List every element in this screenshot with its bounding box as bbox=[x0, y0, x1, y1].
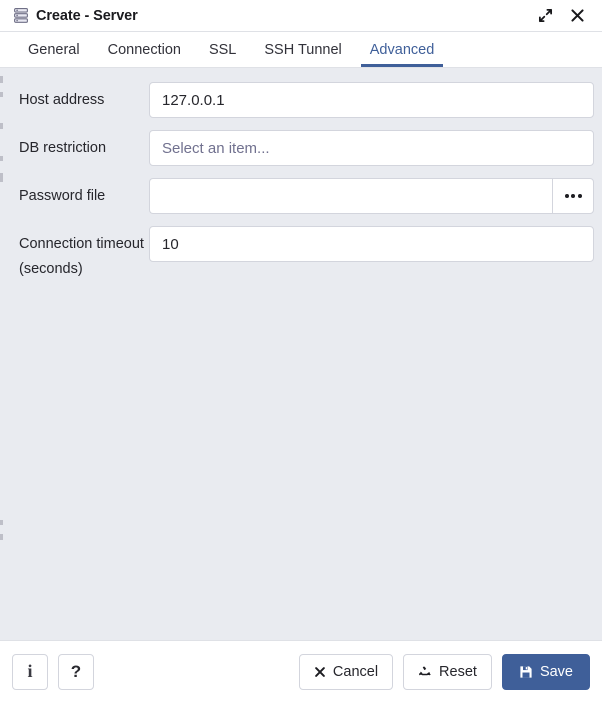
tab-ssh-tunnel[interactable]: SSH Tunnel bbox=[250, 32, 355, 67]
host-address-input[interactable]: 127.0.0.1 bbox=[149, 82, 594, 118]
field-row-connection-timeout: Connection timeout (seconds) 10 bbox=[8, 226, 594, 282]
recycle-icon bbox=[418, 665, 432, 679]
connection-timeout-input[interactable]: 10 bbox=[149, 226, 594, 262]
tab-label: SSL bbox=[208, 41, 237, 58]
reset-label: Reset bbox=[439, 663, 477, 680]
dialog-titlebar: Create - Server bbox=[0, 0, 602, 32]
cancel-button[interactable]: Cancel bbox=[298, 653, 394, 690]
advanced-tab-panel: Host address 127.0.0.1 DB restriction Se… bbox=[0, 68, 602, 640]
connection-timeout-field: 10 bbox=[149, 226, 594, 262]
db-restriction-field: Select an item... bbox=[149, 130, 594, 166]
help-button[interactable]: ? bbox=[58, 653, 94, 690]
tab-connection[interactable]: Connection bbox=[94, 32, 195, 67]
dialog-tabbar: General Connection SSL SSH Tunnel Advanc… bbox=[0, 32, 602, 68]
question-mark-icon: ? bbox=[70, 661, 82, 681]
save-label: Save bbox=[539, 663, 573, 680]
field-row-password-file: Password file bbox=[8, 178, 594, 214]
save-button[interactable]: Save bbox=[501, 653, 590, 690]
tab-label: SSH Tunnel bbox=[264, 41, 342, 58]
password-file-input[interactable] bbox=[149, 178, 552, 214]
tab-general[interactable]: General bbox=[14, 32, 94, 67]
tab-ssl[interactable]: SSL bbox=[195, 32, 250, 67]
field-row-db-restriction: DB restriction Select an item... bbox=[8, 130, 594, 166]
info-button[interactable]: i bbox=[12, 653, 48, 690]
save-floppy-icon bbox=[519, 665, 533, 679]
tab-label: General bbox=[28, 41, 80, 58]
reset-button[interactable]: Reset bbox=[403, 653, 492, 690]
expand-diagonal-icon[interactable] bbox=[532, 3, 558, 29]
host-address-field: 127.0.0.1 bbox=[149, 82, 594, 118]
tab-advanced[interactable]: Advanced bbox=[356, 32, 449, 67]
close-x-icon bbox=[314, 666, 326, 678]
password-file-label: Password file bbox=[19, 188, 106, 204]
tab-label: Advanced bbox=[369, 41, 435, 58]
server-icon bbox=[14, 8, 28, 23]
create-server-dialog: Create - Server General Connection SSL S… bbox=[0, 0, 602, 702]
db-restriction-input[interactable]: Select an item... bbox=[149, 130, 594, 166]
password-file-field bbox=[149, 178, 594, 214]
field-row-host-address: Host address 127.0.0.1 bbox=[8, 82, 594, 118]
dialog-footer: i ? Cancel Reset Save bbox=[0, 640, 602, 702]
password-file-browse-button[interactable] bbox=[552, 178, 594, 214]
db-restriction-label: DB restriction bbox=[19, 140, 107, 156]
cancel-label: Cancel bbox=[332, 663, 379, 680]
ellipsis-icon bbox=[564, 194, 582, 198]
close-icon[interactable] bbox=[564, 3, 590, 29]
footer-right-actions: Cancel Reset Save bbox=[298, 653, 590, 690]
connection-timeout-label: Connection timeout (seconds) bbox=[19, 236, 144, 277]
info-icon: i bbox=[27, 661, 33, 681]
background-window-bleed bbox=[0, 68, 3, 640]
dialog-title: Create - Server bbox=[36, 7, 138, 24]
footer-left-actions: i ? bbox=[12, 653, 94, 690]
tab-label: Connection bbox=[107, 41, 181, 58]
host-address-label: Host address bbox=[19, 92, 105, 108]
